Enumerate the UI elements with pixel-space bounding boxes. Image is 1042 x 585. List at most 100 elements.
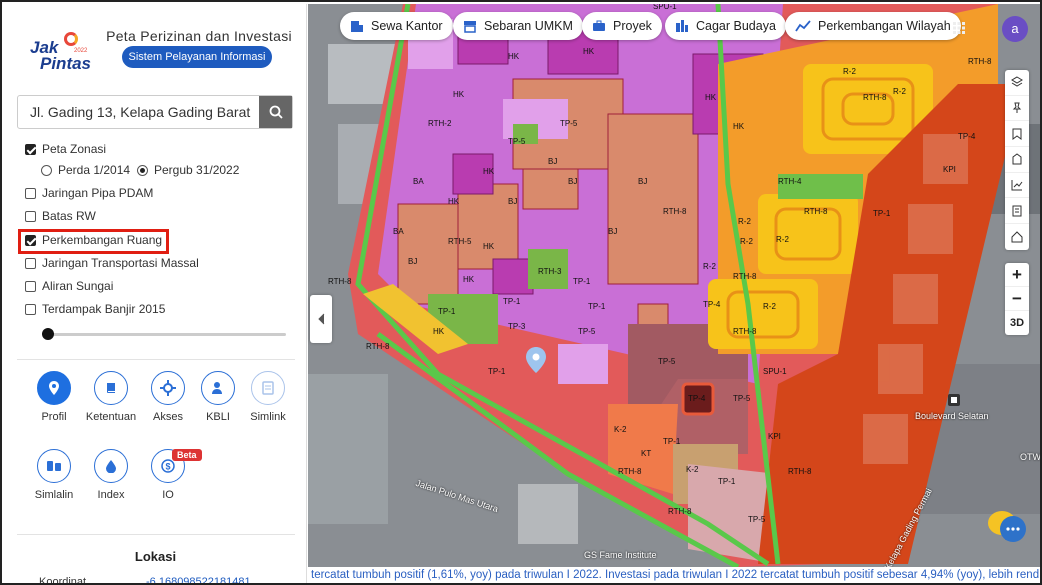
building-icon[interactable] xyxy=(1005,147,1029,173)
svg-text:TP-1: TP-1 xyxy=(718,477,736,486)
svg-text:TP-4: TP-4 xyxy=(958,132,976,141)
layers-icon[interactable] xyxy=(1005,70,1029,96)
svg-text:RTH-8: RTH-8 xyxy=(804,207,828,216)
tool-simlink[interactable]: Simlink xyxy=(238,371,298,423)
svg-text:TP-1: TP-1 xyxy=(503,297,521,306)
svg-text:HK: HK xyxy=(448,197,460,206)
line-chart-icon[interactable] xyxy=(1005,173,1029,199)
tool-label: Simlink xyxy=(250,411,286,423)
koordinat-label: Koordinat xyxy=(39,576,87,585)
svg-text:TP-4: TP-4 xyxy=(703,300,721,309)
zoom-out-button[interactable]: − xyxy=(1005,287,1029,311)
perda-radio[interactable] xyxy=(41,164,52,176)
building-icon xyxy=(351,21,363,32)
svg-text:RTH-8: RTH-8 xyxy=(366,342,390,351)
aliran-sungai-checkbox[interactable] xyxy=(25,280,36,292)
lokasi-title: Lokasi xyxy=(134,549,177,564)
svg-text:BJ: BJ xyxy=(608,227,617,236)
sidebar: Jak Pintas 2022 Peta Perizinan dan Inves… xyxy=(4,4,307,585)
layer-aliran-sungai[interactable]: Aliran Sungai xyxy=(25,279,113,293)
layer-banjir[interactable]: Terdampak Banjir 2015 xyxy=(25,302,165,316)
svg-text:R-2: R-2 xyxy=(843,67,856,76)
svg-text:TP-5: TP-5 xyxy=(560,119,578,128)
crosshair-icon xyxy=(151,371,185,405)
svg-text:BJ: BJ xyxy=(408,257,417,266)
divider xyxy=(17,359,295,360)
radio-perda[interactable]: Perda 1/2014 xyxy=(41,163,130,177)
zoom-in-button[interactable]: + xyxy=(1005,263,1029,287)
home-icon[interactable] xyxy=(1005,224,1029,250)
koordinat-value[interactable]: -6.168098522181481 xyxy=(146,576,251,583)
tool-simlalin[interactable]: Simlalin xyxy=(24,449,84,501)
svg-text:TP-5: TP-5 xyxy=(508,137,526,146)
collapse-sidebar-button[interactable] xyxy=(310,295,332,343)
svg-text:HK: HK xyxy=(508,52,520,61)
radio-label: Pergub 31/2022 xyxy=(154,163,240,177)
layer-label: Perkembangan Ruang xyxy=(42,233,163,247)
svg-text:TP-3: TP-3 xyxy=(508,322,526,331)
layer-transportasi[interactable]: Jaringan Transportasi Massal xyxy=(25,256,199,270)
banjir-checkbox[interactable] xyxy=(25,303,36,315)
svg-text:HK: HK xyxy=(483,167,495,176)
3d-toggle-button[interactable]: 3D xyxy=(1005,311,1029,335)
chat-button[interactable] xyxy=(985,505,1029,549)
layer-batas-rw[interactable]: Batas RW xyxy=(25,209,96,223)
tool-label: Simlalin xyxy=(34,489,74,501)
pergub-radio[interactable] xyxy=(137,164,148,176)
nav-sewa-kantor[interactable]: Sewa Kantor xyxy=(340,12,453,40)
layer-label: Terdampak Banjir 2015 xyxy=(42,302,166,316)
nav-label: Sebaran UMKM xyxy=(484,19,573,33)
briefcase-icon xyxy=(593,20,605,31)
svg-text:TP-5: TP-5 xyxy=(578,327,596,336)
grid-menu-icon[interactable] xyxy=(953,21,965,34)
svg-text:TP-1: TP-1 xyxy=(438,307,456,316)
svg-text:TP-5: TP-5 xyxy=(658,357,676,366)
zoom-control: + − 3D xyxy=(1005,263,1029,335)
svg-text:BJ: BJ xyxy=(508,197,517,206)
svg-text:HK: HK xyxy=(583,47,595,56)
map-toolbar xyxy=(1005,70,1029,250)
pushpin-icon[interactable] xyxy=(1005,96,1029,122)
trend-chart-icon xyxy=(795,20,811,32)
nav-sebaran-umkm[interactable]: Sebaran UMKM xyxy=(453,12,583,40)
tool-index[interactable]: Index xyxy=(81,449,141,501)
nav-cagar-budaya[interactable]: Cagar Budaya xyxy=(665,12,786,40)
transportasi-checkbox[interactable] xyxy=(25,257,36,269)
document-icon xyxy=(251,371,285,405)
opacity-slider-handle[interactable] xyxy=(42,328,54,340)
layer-peta-zonasi[interactable]: Peta Zonasi xyxy=(25,142,106,156)
svg-text:BA: BA xyxy=(393,227,404,236)
pipa-pdam-checkbox[interactable] xyxy=(25,187,36,199)
nav-perkembangan-wilayah[interactable]: Perkembangan Wilayah xyxy=(785,12,961,40)
layer-perkembangan-ruang[interactable]: Perkembangan Ruang xyxy=(25,233,162,247)
tool-ketentuan[interactable]: Ketentuan xyxy=(81,371,141,423)
svg-text:TP-1: TP-1 xyxy=(488,367,506,376)
svg-text:R-2: R-2 xyxy=(763,302,776,311)
svg-text:RTH-8: RTH-8 xyxy=(328,277,352,286)
svg-text:HK: HK xyxy=(463,275,475,284)
layer-pipa-pdam[interactable]: Jaringan Pipa PDAM xyxy=(25,186,153,200)
layer-label: Jaringan Transportasi Massal xyxy=(42,256,199,270)
search-button[interactable] xyxy=(259,96,292,128)
perkembangan-ruang-checkbox[interactable] xyxy=(25,234,36,246)
tool-profil[interactable]: Profil xyxy=(24,371,84,423)
peta-zonasi-checkbox[interactable] xyxy=(25,143,36,155)
svg-text:RTH-8: RTH-8 xyxy=(733,272,757,281)
layer-label: Peta Zonasi xyxy=(42,142,107,156)
nav-proyek[interactable]: Proyek xyxy=(582,12,662,40)
radio-pergub[interactable]: Pergub 31/2022 xyxy=(137,163,239,177)
bookmark-icon[interactable] xyxy=(1005,121,1029,148)
search-input[interactable] xyxy=(18,96,260,128)
shop-icon xyxy=(464,21,476,33)
subtitle-badge[interactable]: Sistem Pelayanan Informasi xyxy=(122,46,272,68)
nav-label: Perkembangan Wilayah xyxy=(818,19,951,33)
opacity-slider-track[interactable] xyxy=(46,333,286,336)
user-avatar[interactable]: a xyxy=(1002,16,1028,42)
svg-text:K-2: K-2 xyxy=(614,425,627,434)
report-icon[interactable] xyxy=(1005,198,1029,225)
svg-text:TP-1: TP-1 xyxy=(573,277,591,286)
landmark-marker-icon[interactable] xyxy=(948,394,960,406)
svg-text:$: $ xyxy=(165,462,170,472)
map-view[interactable]: HK HK HK TP-5 HK HK TP-5 BJ BJ HK HK BJ BJ RTH-8 B… xyxy=(308,4,1040,567)
batas-rw-checkbox[interactable] xyxy=(25,210,36,222)
